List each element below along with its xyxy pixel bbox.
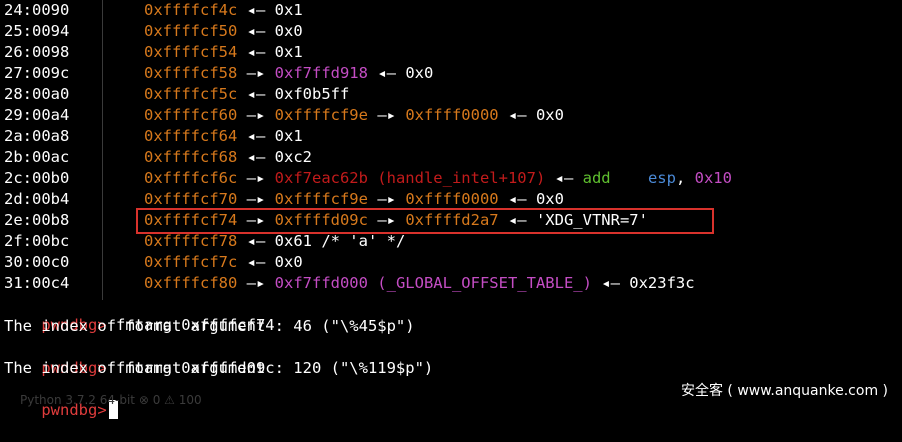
stack-address: 0xffffcf54: [144, 43, 238, 61]
pointer-arrow-icon: —▸: [237, 190, 275, 208]
watermark-text: 安全客 ( www.anquanke.com ): [680, 383, 888, 399]
chain-value: 0xc2: [274, 148, 312, 166]
pointer-arrow-icon: ◂—: [498, 190, 536, 208]
chain-value: ,: [675, 169, 695, 187]
stack-chain: 0xffffcf4c ◂— 0x1: [144, 0, 303, 21]
stack-address: 0xffffcf5c: [144, 85, 238, 103]
stack-chain: 0xffffcf64 ◂— 0x1: [144, 126, 303, 147]
pointer-arrow-icon: ◂—: [237, 1, 275, 19]
chain-value: 0xf7ffd918: [274, 64, 368, 82]
pointer-arrow-icon: —▸: [367, 106, 406, 124]
chain-value: 0x1: [274, 43, 303, 61]
stack-chain: 0xffffcf5c ◂— 0xf0b5ff: [144, 84, 349, 105]
chain-value: 0xffff0000: [405, 190, 499, 208]
chain-value: 0x0: [274, 253, 303, 271]
stack-chain: 0xffffcf78 ◂— 0x61 /* 'a' */: [144, 231, 405, 252]
stack-offset: 2f:00bc: [4, 232, 70, 250]
pointer-arrow-icon: ◂—: [237, 148, 275, 166]
stack-offset: 28:00a0: [4, 85, 70, 103]
pointer-arrow-icon: —▸: [237, 169, 275, 187]
stack-offset: 2c:00b0: [4, 169, 70, 187]
stack-offset: 31:00c4: [4, 274, 70, 292]
stack-offset: 2b:00ac: [4, 148, 70, 166]
chain-value: 0xffffcf9e: [274, 106, 368, 124]
stack-chain: 0xffffcf54 ◂— 0x1: [144, 42, 303, 63]
chain-value: 0x23f3c: [629, 274, 695, 292]
chain-value: 0x0: [535, 106, 564, 124]
chain-value: 0xf7eac62b (handle_intel+107): [274, 169, 546, 187]
stack-chain: 0xffffcf7c ◂— 0x0: [144, 252, 303, 273]
stack-offset: 2e:00b8: [4, 211, 70, 229]
chain-value: 0x10: [694, 169, 732, 187]
pointer-arrow-icon: —▸: [237, 106, 275, 124]
stack-address: 0xffffcf60: [144, 106, 238, 124]
stack-offset: 2a:00a8: [4, 127, 70, 145]
stack-offset: 29:00a4: [4, 106, 70, 124]
pointer-arrow-icon: ◂—: [237, 85, 275, 103]
pointer-arrow-icon: ◂—: [545, 169, 583, 187]
stack-chain: 0xffffcf68 ◂— 0xc2: [144, 147, 312, 168]
chain-value: esp: [647, 169, 676, 187]
stack-chain: 0xffffcf80 —▸ 0xf7ffd000 (_GLOBAL_OFFSET…: [144, 273, 695, 294]
stack-address: 0xffffcf68: [144, 148, 238, 166]
column-separator: [102, 0, 103, 300]
stack-offset: 30:00c0: [4, 253, 70, 271]
pointer-arrow-icon: —▸: [237, 64, 275, 82]
chain-value: 0x0: [535, 190, 564, 208]
stack-chain: 0xffffcf50 ◂— 0x0: [144, 21, 303, 42]
stack-offset: 26:0098: [4, 43, 70, 61]
chain-value: add: [582, 169, 648, 187]
stack-address: 0xffffcf50: [144, 22, 238, 40]
stack-offset: 25:0094: [4, 22, 70, 40]
stack-address: 0xffffcf58: [144, 64, 238, 82]
chain-value: 0xffff0000: [405, 106, 499, 124]
stack-chain: 0xffffcf58 —▸ 0xf7ffd918 ◂— 0x0: [144, 63, 433, 84]
chain-value: 0x61 /* 'a' */: [274, 232, 406, 250]
chain-value: 0x1: [274, 127, 303, 145]
stack-address: 0xffffcf70: [144, 190, 238, 208]
editor-statusbar: Python 3.7.2 64-bit ⊗ 0 ⚠ 100: [20, 393, 202, 407]
chain-value: 0xffffcf9e: [274, 190, 368, 208]
output-line-1: The index of format argument : 46 ("\%45…: [4, 317, 415, 335]
stack-offset: 27:009c: [4, 64, 70, 82]
pointer-arrow-icon: ◂—: [237, 127, 275, 145]
pointer-arrow-icon: —▸: [237, 274, 275, 292]
pointer-arrow-icon: ◂—: [237, 43, 275, 61]
prompt-line-1: pwndbg> fmtarg 0xffffcf74: [4, 294, 274, 334]
pointer-arrow-icon: ◂—: [498, 106, 536, 124]
stack-chain: 0xffffcf70 —▸ 0xffffcf9e —▸ 0xffff0000 ◂…: [144, 189, 564, 210]
highlight-box: [136, 208, 714, 234]
stack-address: 0xffffcf6c: [144, 169, 238, 187]
stack-address: 0xffffcf4c: [144, 1, 238, 19]
pointer-arrow-icon: ◂—: [237, 232, 275, 250]
chain-value: 0x0: [274, 22, 303, 40]
stack-address: 0xffffcf78: [144, 232, 238, 250]
stack-offset: 2d:00b4: [4, 190, 70, 208]
chain-value: 0x0: [405, 64, 434, 82]
chain-value: 0xf0b5ff: [274, 85, 350, 103]
stack-address: 0xffffcf64: [144, 127, 238, 145]
pointer-arrow-icon: ◂—: [591, 274, 630, 292]
stack-address: 0xffffcf80: [144, 274, 238, 292]
stack-address: 0xffffcf7c: [144, 253, 238, 271]
stack-chain: 0xffffcf60 —▸ 0xffffcf9e —▸ 0xffff0000 ◂…: [144, 105, 564, 126]
pointer-arrow-icon: ◂—: [237, 253, 275, 271]
chain-value: 0x1: [274, 1, 303, 19]
output-line-2: The index of format argument : 120 ("\%1…: [4, 359, 434, 377]
pointer-arrow-icon: —▸: [367, 190, 406, 208]
terminal-window[interactable]: 24:0090 0xffffcf4c ◂— 0x1 25:0094 0xffffcf5…: [0, 0, 902, 419]
stack-offset: 24:0090: [4, 1, 70, 19]
pointer-arrow-icon: ◂—: [367, 64, 406, 82]
pointer-arrow-icon: ◂—: [237, 22, 275, 40]
prompt-line-2: pwndbg> fmtarg 0xffffd09c: [4, 337, 274, 377]
chain-value: 0xf7ffd000 (_GLOBAL_OFFSET_TABLE_): [274, 274, 592, 292]
stack-chain: 0xffffcf6c —▸ 0xf7eac62b (handle_intel+1…: [144, 168, 732, 189]
